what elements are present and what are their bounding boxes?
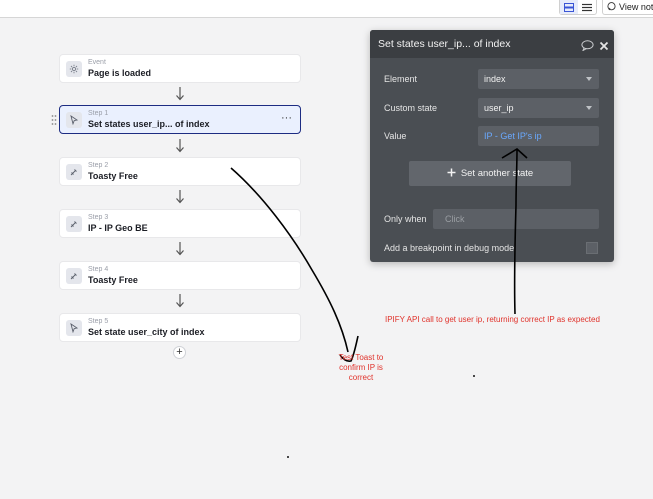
plus-icon	[447, 168, 456, 180]
step-name: Page is loaded	[88, 68, 152, 78]
arrow-down-icon	[176, 242, 184, 256]
plugin-icon	[66, 216, 82, 232]
arrow-down-icon	[176, 87, 184, 101]
arrow-down-icon	[176, 294, 184, 308]
panel-title: Set states user_ip... of index	[378, 38, 511, 50]
comment-icon	[607, 1, 616, 13]
step-kind: Step 4	[88, 266, 109, 273]
step-card-1[interactable]: Step 1 Set states user_ip... of index ··…	[59, 105, 301, 134]
chevron-down-icon	[586, 106, 592, 110]
drag-handle-icon[interactable]	[51, 113, 57, 125]
step-name: Set state user_city of index	[88, 327, 205, 337]
close-icon[interactable]	[599, 38, 609, 56]
plugin-icon	[66, 164, 82, 180]
breakpoint-checkbox[interactable]	[586, 242, 598, 254]
grid-view-icon[interactable]	[560, 0, 578, 14]
cursor-icon	[66, 320, 82, 336]
breakpoint-label: Add a breakpoint in debug mode	[384, 243, 515, 253]
step-properties-panel: Set states user_ip... of index Element i…	[370, 30, 614, 262]
custom-state-dropdown[interactable]: user_ip	[478, 98, 599, 118]
arrow-down-icon	[176, 139, 184, 153]
add-step-button[interactable]: +	[173, 346, 186, 359]
list-view-icon[interactable]	[578, 0, 596, 14]
step-card-4[interactable]: Step 4 Toasty Free	[59, 261, 301, 290]
only-when-placeholder: Click	[445, 214, 465, 224]
stray-dot	[287, 456, 289, 458]
step-kind: Step 5	[88, 318, 109, 325]
value-expression-field[interactable]: IP - Get IP's ip	[478, 126, 599, 146]
value-label: Value	[384, 131, 407, 141]
element-value: index	[484, 74, 506, 84]
cursor-icon	[66, 112, 82, 128]
view-notes-label: View not	[619, 2, 653, 12]
step-name: IP - IP Geo BE	[88, 223, 148, 233]
element-dropdown[interactable]: index	[478, 69, 599, 89]
view-toggle[interactable]	[559, 0, 597, 15]
more-options-button[interactable]: ···	[281, 112, 292, 124]
step-kind: Step 1	[88, 110, 109, 117]
plugin-icon	[66, 268, 82, 284]
only-when-label: Only when	[384, 214, 427, 224]
value-expression: IP - Get IP's ip	[484, 131, 542, 141]
annotation-ipify-note: IPIFY API call to get user ip, returning…	[385, 315, 600, 324]
step-card-5[interactable]: Step 5 Set state user_city of index	[59, 313, 301, 342]
step-kind: Step 2	[88, 162, 109, 169]
stray-dot	[473, 375, 475, 377]
element-label: Element	[384, 74, 418, 84]
annotation-toast-note: Test Toast to confirm IP is correct	[338, 353, 384, 382]
comment-icon[interactable]	[581, 38, 594, 56]
set-another-state-button[interactable]: Set another state	[409, 161, 571, 186]
chevron-down-icon	[586, 77, 592, 81]
set-another-state-label: Set another state	[460, 168, 534, 179]
arrow-down-icon	[176, 190, 184, 204]
top-bar: View not	[0, 0, 653, 18]
step-card-3[interactable]: Step 3 IP - IP Geo BE	[59, 209, 301, 238]
event-card[interactable]: Event Page is loaded	[59, 54, 301, 83]
step-kind: Step 3	[88, 214, 109, 221]
panel-header: Set states user_ip... of index	[370, 30, 614, 58]
custom-state-label: Custom state	[384, 103, 438, 113]
step-name: Toasty Free	[88, 171, 138, 181]
step-name: Set states user_ip... of index	[88, 119, 210, 129]
custom-state-value: user_ip	[484, 103, 514, 113]
step-name: Toasty Free	[88, 275, 138, 285]
gear-icon	[66, 61, 82, 77]
step-card-2[interactable]: Step 2 Toasty Free	[59, 157, 301, 186]
only-when-field[interactable]: Click	[433, 209, 599, 229]
view-notes-button[interactable]: View not	[602, 0, 653, 15]
step-kind: Event	[88, 59, 106, 66]
